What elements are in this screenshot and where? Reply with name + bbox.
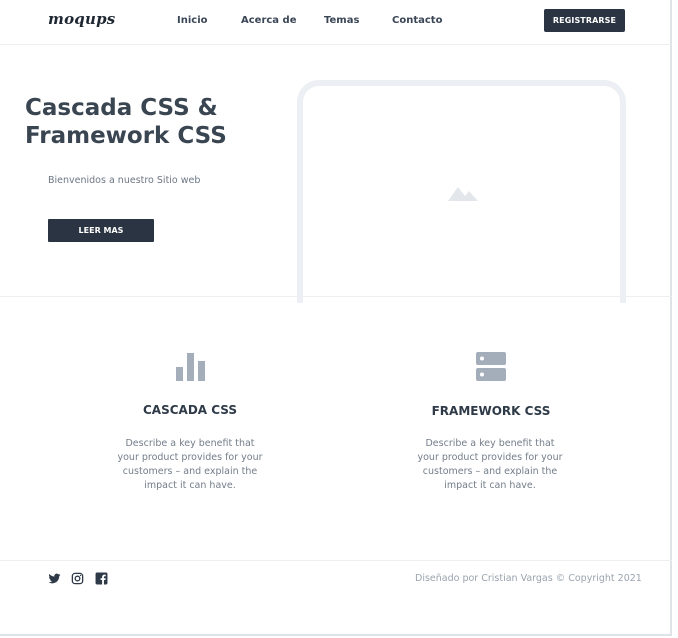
nav-link-contacto[interactable]: Contacto [392, 15, 442, 26]
copyright-text: Diseñado por Cristian Vargas © Copyright… [415, 573, 642, 584]
feature-title-cascada: CASCADA CSS [142, 403, 238, 417]
nav-link-acerca-de[interactable]: Acerca de [241, 15, 296, 26]
feature-title-framework: FRAMEWORK CSS [431, 404, 551, 418]
twitter-icon[interactable] [48, 572, 61, 585]
feature-desc-cascada: Describe a key benefit that your product… [117, 438, 263, 491]
register-button[interactable]: REGISTRARSE [544, 9, 625, 32]
section-divider [0, 296, 672, 297]
logo[interactable]: moqups [48, 10, 115, 28]
image-placeholder-icon [448, 187, 478, 201]
nav-link-temas[interactable]: Temas [324, 15, 359, 26]
instagram-icon[interactable] [71, 572, 84, 585]
hero-subtitle: Bienvenidos a nuestro Sitio web [48, 175, 201, 186]
facebook-icon[interactable] [95, 572, 108, 585]
bar-chart-icon [176, 353, 205, 381]
feature-desc-framework: Describe a key benefit that your product… [417, 438, 563, 491]
top-navbar: moqups Inicio Acerca de Temas Contacto R… [0, 0, 672, 45]
server-icon [476, 352, 506, 381]
hero-title: Cascada CSS & Framework CSS [25, 95, 227, 149]
nav-link-inicio[interactable]: Inicio [177, 15, 208, 26]
footer-divider [0, 560, 672, 561]
read-more-button[interactable]: LEER MAS [48, 219, 154, 242]
